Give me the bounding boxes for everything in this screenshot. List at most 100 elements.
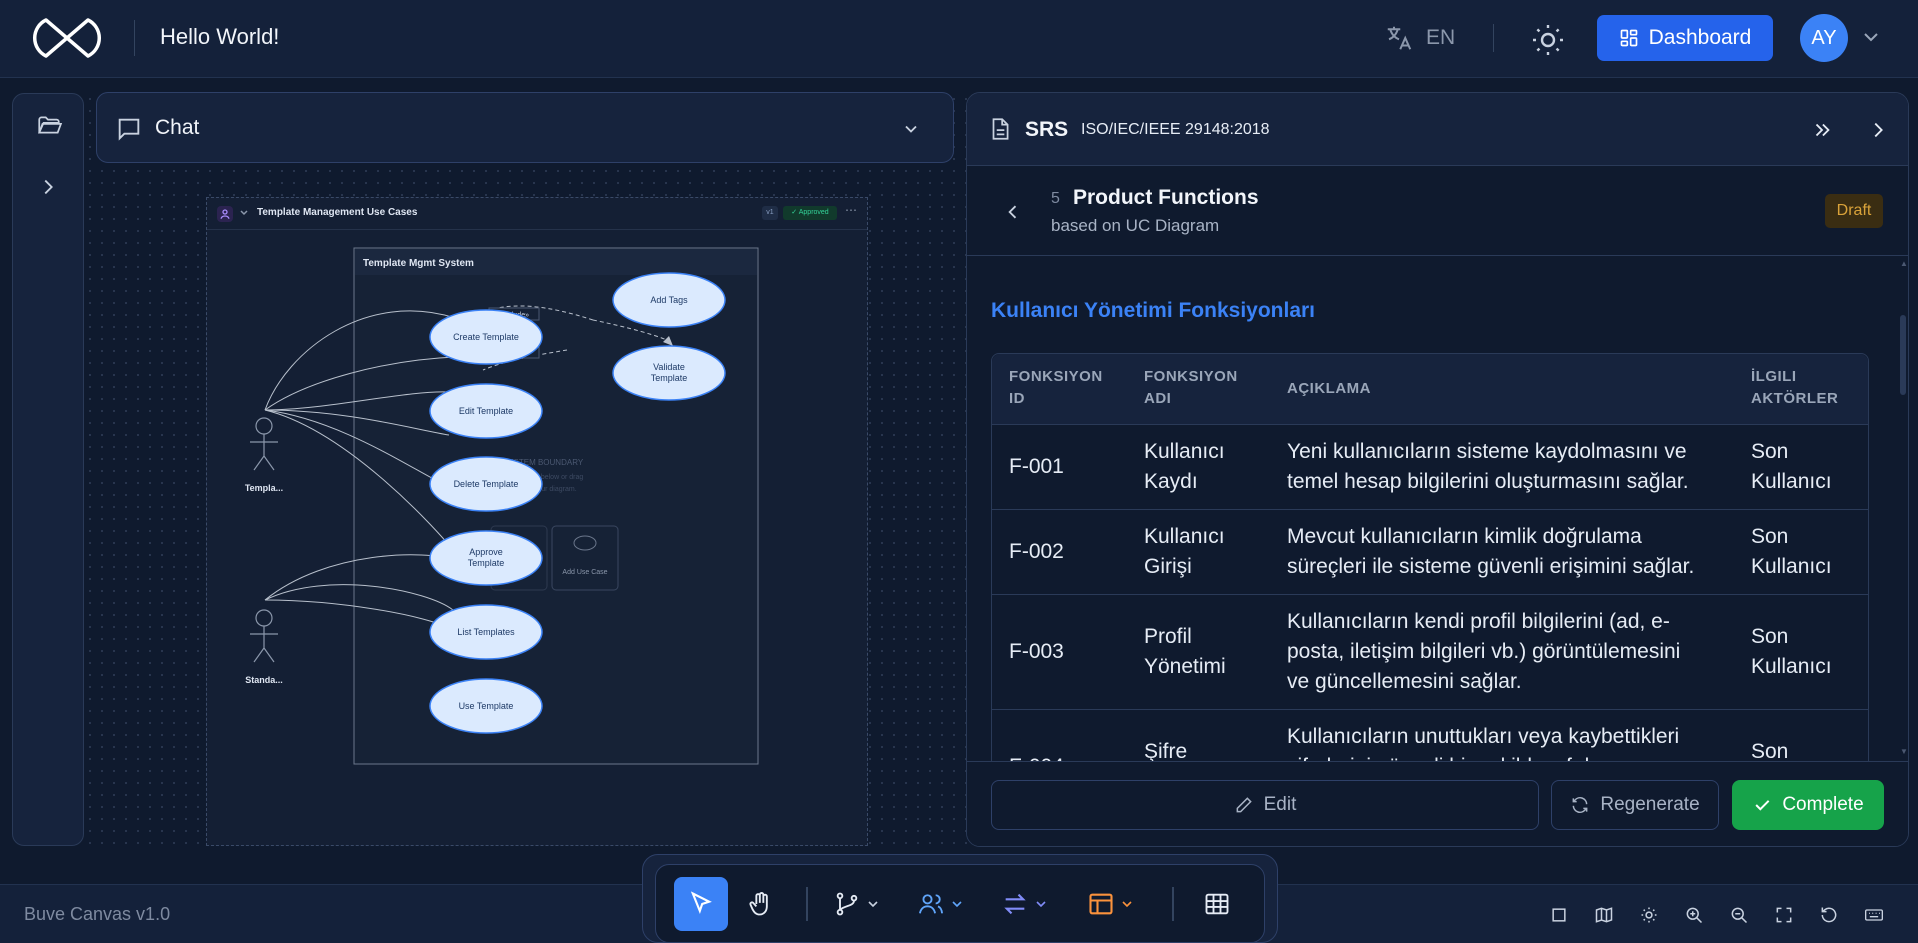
zoom-in-icon[interactable] <box>1671 901 1716 929</box>
swap-icon <box>1001 890 1029 918</box>
dashboard-icon <box>1619 28 1639 48</box>
use-case-label: Use Template <box>459 701 514 711</box>
avatar[interactable]: AY <box>1800 14 1848 62</box>
canvas-controls <box>1536 901 1896 929</box>
status-badge: Draft <box>1825 194 1883 228</box>
branch-icon <box>833 890 861 918</box>
use-case-label: Delete Template <box>454 479 519 489</box>
chevron-right-icon[interactable] <box>1867 119 1889 141</box>
srs-content[interactable]: Kullanıcı Yönetimi Fonksiyonları FONKSIY… <box>967 257 1897 761</box>
column-header-actors: İLGILI AKTÖRLER <box>1751 368 1839 407</box>
pan-tool[interactable] <box>734 877 788 931</box>
srs-panel: SRS ISO/IEC/IEEE 29148:2018 5 Product Fu… <box>966 92 1909 847</box>
table-row[interactable]: F-001 Kullanıcı Kaydı Yeni kullanıcıların… <box>992 425 1868 510</box>
cell-name: Kullanıcı Girişi <box>1144 525 1225 578</box>
use-case-diagram[interactable]: Template Management Use Cases v1 ✓ Appro… <box>206 197 868 846</box>
cell-description: Yeni kullanıcıların sisteme kaydolmasını… <box>1287 440 1689 493</box>
map-icon[interactable] <box>1581 901 1626 929</box>
chevron-down-icon[interactable] <box>1862 30 1880 44</box>
actor-template-manager <box>250 417 278 471</box>
chevron-down-icon <box>951 899 963 909</box>
complete-button[interactable]: Complete <box>1732 780 1884 830</box>
logo-icon[interactable] <box>26 14 108 62</box>
dashboard-button[interactable]: Dashboard <box>1597 15 1773 61</box>
column-header-name: FONKSIYON ADI <box>1144 368 1238 407</box>
column-header-id: FONKSIYON ID <box>1009 368 1103 407</box>
table-header: FONKSIYON ID FONKSIYON ADI AÇIKLAMA İLGILI… <box>992 354 1868 425</box>
canvas-toolbar <box>655 864 1265 943</box>
hand-icon <box>747 890 775 918</box>
scrollbar[interactable]: ▲ ▼ <box>1897 257 1908 761</box>
section-header: 5 Product Functions based on UC Diagram … <box>967 166 1908 256</box>
check-icon <box>1752 795 1772 815</box>
regenerate-button[interactable]: Regenerate <box>1551 780 1719 830</box>
sun-icon[interactable] <box>1626 901 1671 929</box>
app-title: Hello World! <box>160 24 280 49</box>
relations-tool[interactable] <box>992 877 1056 931</box>
diagram-drawing: Template Mgmt System SYSTEM BOUNDARY Dra… <box>245 247 759 765</box>
cell-actors: Son Kullanıcı <box>1751 625 1832 678</box>
table-row[interactable]: F-004 Şifre Kullanıcıların unuttukları v… <box>992 710 1868 761</box>
chevron-down-icon <box>1121 899 1133 909</box>
version-badge: v1 <box>762 206 778 220</box>
refresh-icon <box>1570 795 1590 815</box>
cell-id: F-004 <box>1009 752 1064 761</box>
keyboard-icon[interactable] <box>1851 901 1896 929</box>
chevron-left-icon[interactable] <box>1003 202 1023 222</box>
layout-icon <box>1087 890 1115 918</box>
pointer-icon <box>687 890 715 918</box>
scroll-up-icon[interactable]: ▲ <box>1900 259 1908 268</box>
use-case-label: List Templates <box>457 627 515 637</box>
flow-tool[interactable] <box>824 877 888 931</box>
folder-icon[interactable] <box>35 112 63 138</box>
cell-actors: Son Kullanıcı <box>1751 525 1832 578</box>
use-case-label: Validate <box>653 362 685 372</box>
language-switcher[interactable]: EN <box>1384 20 1455 56</box>
chevron-down-icon[interactable] <box>239 209 249 217</box>
double-chevron-right-icon[interactable] <box>1811 119 1833 141</box>
cell-id: F-001 <box>1009 455 1064 478</box>
system-title: Template Mgmt System <box>363 258 474 269</box>
table-icon <box>1203 890 1231 918</box>
chevron-down-icon[interactable] <box>901 119 921 139</box>
select-tool[interactable] <box>674 877 728 931</box>
reset-icon[interactable] <box>1806 901 1851 929</box>
complete-label: Complete <box>1782 794 1864 815</box>
cell-name: Profil Yönetimi <box>1144 625 1226 678</box>
edit-button[interactable]: Edit <box>991 780 1539 830</box>
cell-description: Kullanıcıların unuttukları veya kaybetti… <box>1287 725 1680 761</box>
chat-panel[interactable]: Chat <box>96 92 954 163</box>
cell-actors: Son Kullanıcı <box>1751 440 1832 493</box>
actors-tool[interactable] <box>908 877 972 931</box>
scroll-down-icon[interactable]: ▼ <box>1900 747 1908 756</box>
table-row[interactable]: F-003 Profil Yönetimi Kullanıcıların kend… <box>992 595 1868 710</box>
more-icon[interactable]: ⋯ <box>845 203 857 217</box>
cell-description: Kullanıcıların kendi profil bilgilerini … <box>1287 610 1681 693</box>
diagram-title: Template Management Use Cases <box>257 207 418 218</box>
divider <box>1493 24 1494 52</box>
cell-actors: Son <box>1751 740 1789 761</box>
zoom-out-icon[interactable] <box>1716 901 1761 929</box>
edit-label: Edit <box>1263 794 1297 815</box>
system-boundary <box>353 247 759 765</box>
scroll-thumb[interactable] <box>1900 315 1906 395</box>
fullscreen-icon[interactable] <box>1761 901 1806 929</box>
column-header-description: AÇIKLAMA <box>1287 380 1371 397</box>
use-case-label: Template <box>468 558 505 568</box>
language-label: EN <box>1426 26 1456 49</box>
divider <box>134 20 135 56</box>
chevron-right-icon[interactable] <box>37 176 59 198</box>
table-row[interactable]: F-002 Kullanıcı Girişi Mevcut kullanıcıla… <box>992 510 1868 595</box>
left-sidebar <box>12 93 84 846</box>
sun-icon[interactable] <box>1530 22 1566 58</box>
srs-standard: ISO/IEC/IEEE 29148:2018 <box>1081 121 1270 138</box>
section-number: 5 <box>1051 190 1060 207</box>
layout-tool[interactable] <box>1078 877 1142 931</box>
app-version: Buve Canvas v1.0 <box>24 904 171 924</box>
cell-name: Kullanıcı Kaydı <box>1144 440 1225 493</box>
square-icon[interactable] <box>1536 901 1581 929</box>
table-tool[interactable] <box>1190 877 1244 931</box>
cell-name: Şifre <box>1144 740 1188 761</box>
action-bar: Edit Regenerate Complete <box>967 761 1908 846</box>
toolbar-divider <box>1172 887 1174 921</box>
